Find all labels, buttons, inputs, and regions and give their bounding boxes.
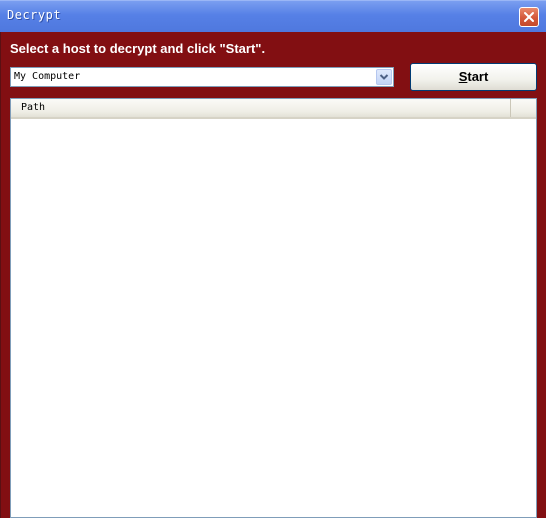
host-select-value: My Computer (14, 71, 81, 82)
window-client-area: Select a host to decrypt and click "Star… (0, 32, 546, 518)
host-select[interactable]: My Computer (10, 67, 394, 87)
chevron-down-icon (379, 74, 389, 80)
list-header: Path (11, 99, 536, 119)
list-body[interactable] (11, 119, 536, 517)
start-button-label: tart (467, 69, 489, 84)
decrypt-window: Decrypt Select a host to decrypt and cli… (0, 0, 546, 518)
column-header-path[interactable]: Path (11, 99, 511, 117)
results-list[interactable]: Path (10, 98, 537, 518)
instruction-text: Select a host to decrypt and click "Star… (10, 41, 266, 56)
column-header-filler (512, 99, 536, 117)
column-header-path-label: Path (21, 102, 46, 113)
close-icon (524, 12, 534, 22)
host-select-dropdown-button[interactable] (376, 69, 392, 85)
window-title: Decrypt (7, 8, 62, 22)
close-button[interactable] (519, 7, 539, 27)
start-button[interactable]: Start (410, 63, 537, 91)
title-bar[interactable]: Decrypt (0, 0, 546, 32)
